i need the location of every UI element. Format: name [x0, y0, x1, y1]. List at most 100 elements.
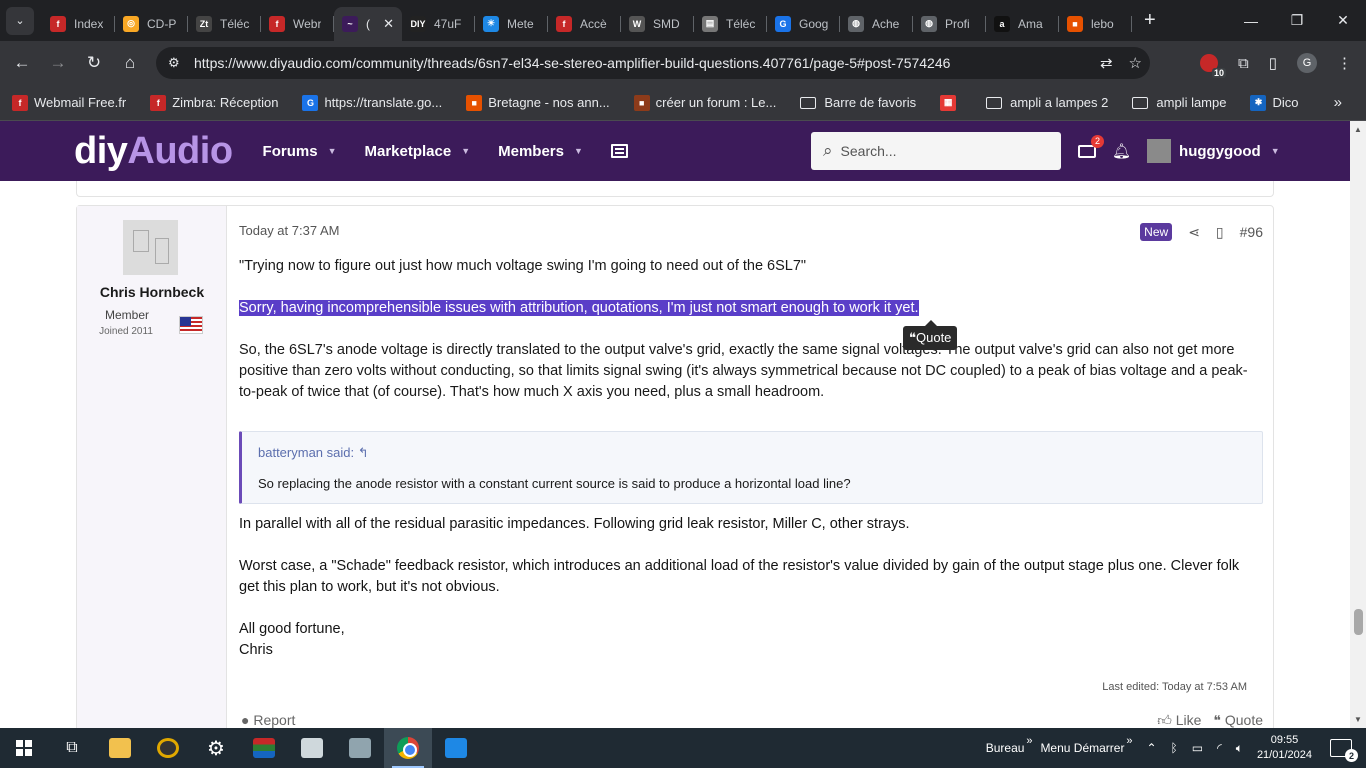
browser-tab[interactable]: a Ama: [986, 7, 1059, 41]
author-avatar[interactable]: [123, 220, 178, 275]
browser-tab[interactable]: ~ (✕: [334, 6, 402, 41]
browser-tab[interactable]: f Index: [42, 7, 115, 41]
clock[interactable]: 09:55 21/01/2024: [1257, 733, 1312, 763]
scroll-up-icon[interactable]: ▲: [1354, 125, 1362, 134]
reload-button[interactable]: ↻: [76, 53, 112, 73]
browser-tab[interactable]: ■ lebo: [1059, 7, 1132, 41]
browser-tab[interactable]: f Webr: [261, 7, 334, 41]
quote-selection-button[interactable]: ❝Quote: [903, 320, 958, 350]
clock-time: 09:55: [1270, 734, 1299, 746]
inbox-count-badge: 2: [1091, 134, 1104, 148]
caret-down-icon[interactable]: ▼: [328, 146, 337, 156]
notification-center-icon[interactable]: 2: [1330, 739, 1358, 762]
taskbar-explorer[interactable]: [96, 728, 144, 768]
nav-forums[interactable]: Forums ▼: [263, 143, 337, 160]
browser-tab[interactable]: W SMD: [621, 7, 694, 41]
browser-tab[interactable]: G Goog: [767, 7, 840, 41]
extensions-puzzle-icon[interactable]: ⧉: [1238, 55, 1249, 72]
jump-to-quote-icon[interactable]: ↰: [358, 445, 369, 460]
close-window-button[interactable]: ✕: [1320, 0, 1366, 41]
bookmark-item[interactable]: ■ créer un forum : Le...: [633, 94, 776, 111]
taskbar-media[interactable]: [144, 728, 192, 768]
extension-icon[interactable]: 10: [1200, 54, 1227, 78]
bookmark-star-icon[interactable]: ☆: [1129, 54, 1142, 72]
forward-button[interactable]: →: [40, 53, 76, 73]
bookmark-item[interactable]: ▦: [940, 94, 962, 111]
taskbar-settings[interactable]: ⚙: [192, 728, 240, 768]
bookmark-item[interactable]: ■ Bretagne - nos ann...: [466, 94, 610, 111]
bookmarks-overflow-icon[interactable]: »: [1334, 94, 1342, 111]
bookmark-folder[interactable]: Barre de favoris: [800, 95, 916, 110]
back-button[interactable]: ←: [4, 53, 40, 73]
toolbar-bureau[interactable]: Bureau: [986, 735, 1032, 755]
toolbar-menu-demarrer[interactable]: Menu Démarrer: [1040, 735, 1132, 755]
share-icon[interactable]: ⋖: [1188, 224, 1200, 241]
extension-badge: 10: [1212, 68, 1227, 78]
taskbar-app-printer[interactable]: [288, 728, 336, 768]
browser-tab[interactable]: f Accè: [548, 7, 621, 41]
taskbar-chrome[interactable]: [384, 728, 432, 768]
side-panel-icon[interactable]: ▯: [1269, 54, 1277, 72]
start-button[interactable]: [0, 728, 48, 768]
bookmark-item[interactable]: ✱ Dico: [1250, 94, 1299, 111]
site-info-icon[interactable]: ⚙: [168, 55, 190, 71]
post-paragraph: In parallel with all of the residual par…: [239, 516, 910, 532]
like-button[interactable]: 👍︎ Like: [1157, 712, 1201, 729]
browser-tab[interactable]: ◍ Ache: [840, 7, 913, 41]
bookmark-folder[interactable]: ampli a lampes 2: [986, 95, 1108, 110]
bookmark-icon[interactable]: ▯: [1216, 224, 1224, 241]
profile-avatar[interactable]: G: [1297, 53, 1317, 73]
inbox-icon[interactable]: 2: [1078, 134, 1104, 158]
bell-icon[interactable]: 🔔︎: [1112, 142, 1131, 160]
caret-down-icon[interactable]: ▼: [461, 146, 470, 156]
bookmark-item[interactable]: f Zimbra: Réception: [150, 94, 278, 111]
page-scrollbar[interactable]: ▲ ▼: [1350, 121, 1366, 728]
bluetooth-icon[interactable]: ᛒ: [1171, 741, 1178, 755]
bookmark-item[interactable]: f Webmail Free.fr: [12, 94, 126, 111]
scroll-down-icon[interactable]: ▼: [1354, 715, 1362, 724]
translate-icon[interactable]: ⇄: [1100, 54, 1113, 72]
browser-tab[interactable]: ▤ Téléc: [694, 7, 767, 41]
user-menu[interactable]: huggygood ▼: [1147, 139, 1280, 163]
report-link[interactable]: ● Report: [241, 712, 295, 728]
taskbar-app-flag[interactable]: [240, 728, 288, 768]
taskbar-photos[interactable]: [432, 728, 480, 768]
new-tab-button[interactable]: +: [1144, 9, 1156, 32]
bookmark-folder[interactable]: ampli lampe: [1132, 95, 1226, 110]
home-button[interactable]: ⌂: [112, 53, 148, 73]
minimize-button[interactable]: —: [1228, 0, 1274, 41]
site-logo[interactable]: diyAudio: [74, 130, 233, 173]
tab-search-button[interactable]: ⌄: [6, 6, 34, 35]
address-bar[interactable]: ⚙ https://www.diyaudio.com/community/thr…: [156, 47, 1150, 79]
whats-new-list-icon[interactable]: [610, 144, 628, 158]
browser-tab[interactable]: DIY 47uF: [402, 7, 475, 41]
bookmark-item[interactable]: Ghttps://translate.go...: [302, 94, 442, 111]
system-tray: Bureau Menu Démarrer ⌃ ᛒ ▭ ◜ 🔈︎ 09:55 21…: [986, 728, 1366, 768]
nav-marketplace[interactable]: Marketplace ▼: [364, 143, 470, 160]
author-name[interactable]: Chris Hornbeck: [77, 284, 227, 300]
quote-attribution[interactable]: batteryman said: ↰: [258, 445, 369, 461]
wifi-icon[interactable]: ◜: [1217, 741, 1222, 755]
browser-tab[interactable]: ◍ Profi: [913, 7, 986, 41]
tab-title: lebo: [1091, 16, 1114, 31]
task-view-button[interactable]: ⧉: [48, 728, 96, 768]
restore-button[interactable]: ❐: [1274, 0, 1320, 41]
post-timestamp[interactable]: Today at 7:37 AM: [239, 223, 339, 238]
post-number[interactable]: #96: [1240, 224, 1263, 240]
browser-tab[interactable]: ☀ Mete: [475, 7, 548, 41]
volume-icon[interactable]: 🔈︎: [1236, 741, 1243, 756]
chevron-up-icon[interactable]: ⌃: [1146, 741, 1156, 755]
caret-down-icon[interactable]: ▼: [574, 146, 583, 156]
scrollbar-thumb[interactable]: [1354, 609, 1363, 635]
url-text[interactable]: https://www.diyaudio.com/community/threa…: [194, 55, 950, 71]
tab-close-icon[interactable]: ✕: [383, 16, 394, 32]
tab-title: Index: [74, 16, 104, 31]
quote-button[interactable]: ❝ Quote: [1213, 712, 1263, 729]
browser-tab[interactable]: ◎ CD-P: [115, 7, 188, 41]
browser-tab[interactable]: Zt Téléc: [188, 7, 261, 41]
nav-members[interactable]: Members ▼: [498, 143, 583, 160]
battery-icon[interactable]: ▭: [1192, 741, 1203, 755]
menu-kebab-icon[interactable]: ⋮: [1337, 54, 1352, 72]
search-input[interactable]: ⌕ Search...: [811, 132, 1061, 170]
taskbar-app-tools[interactable]: [336, 728, 384, 768]
